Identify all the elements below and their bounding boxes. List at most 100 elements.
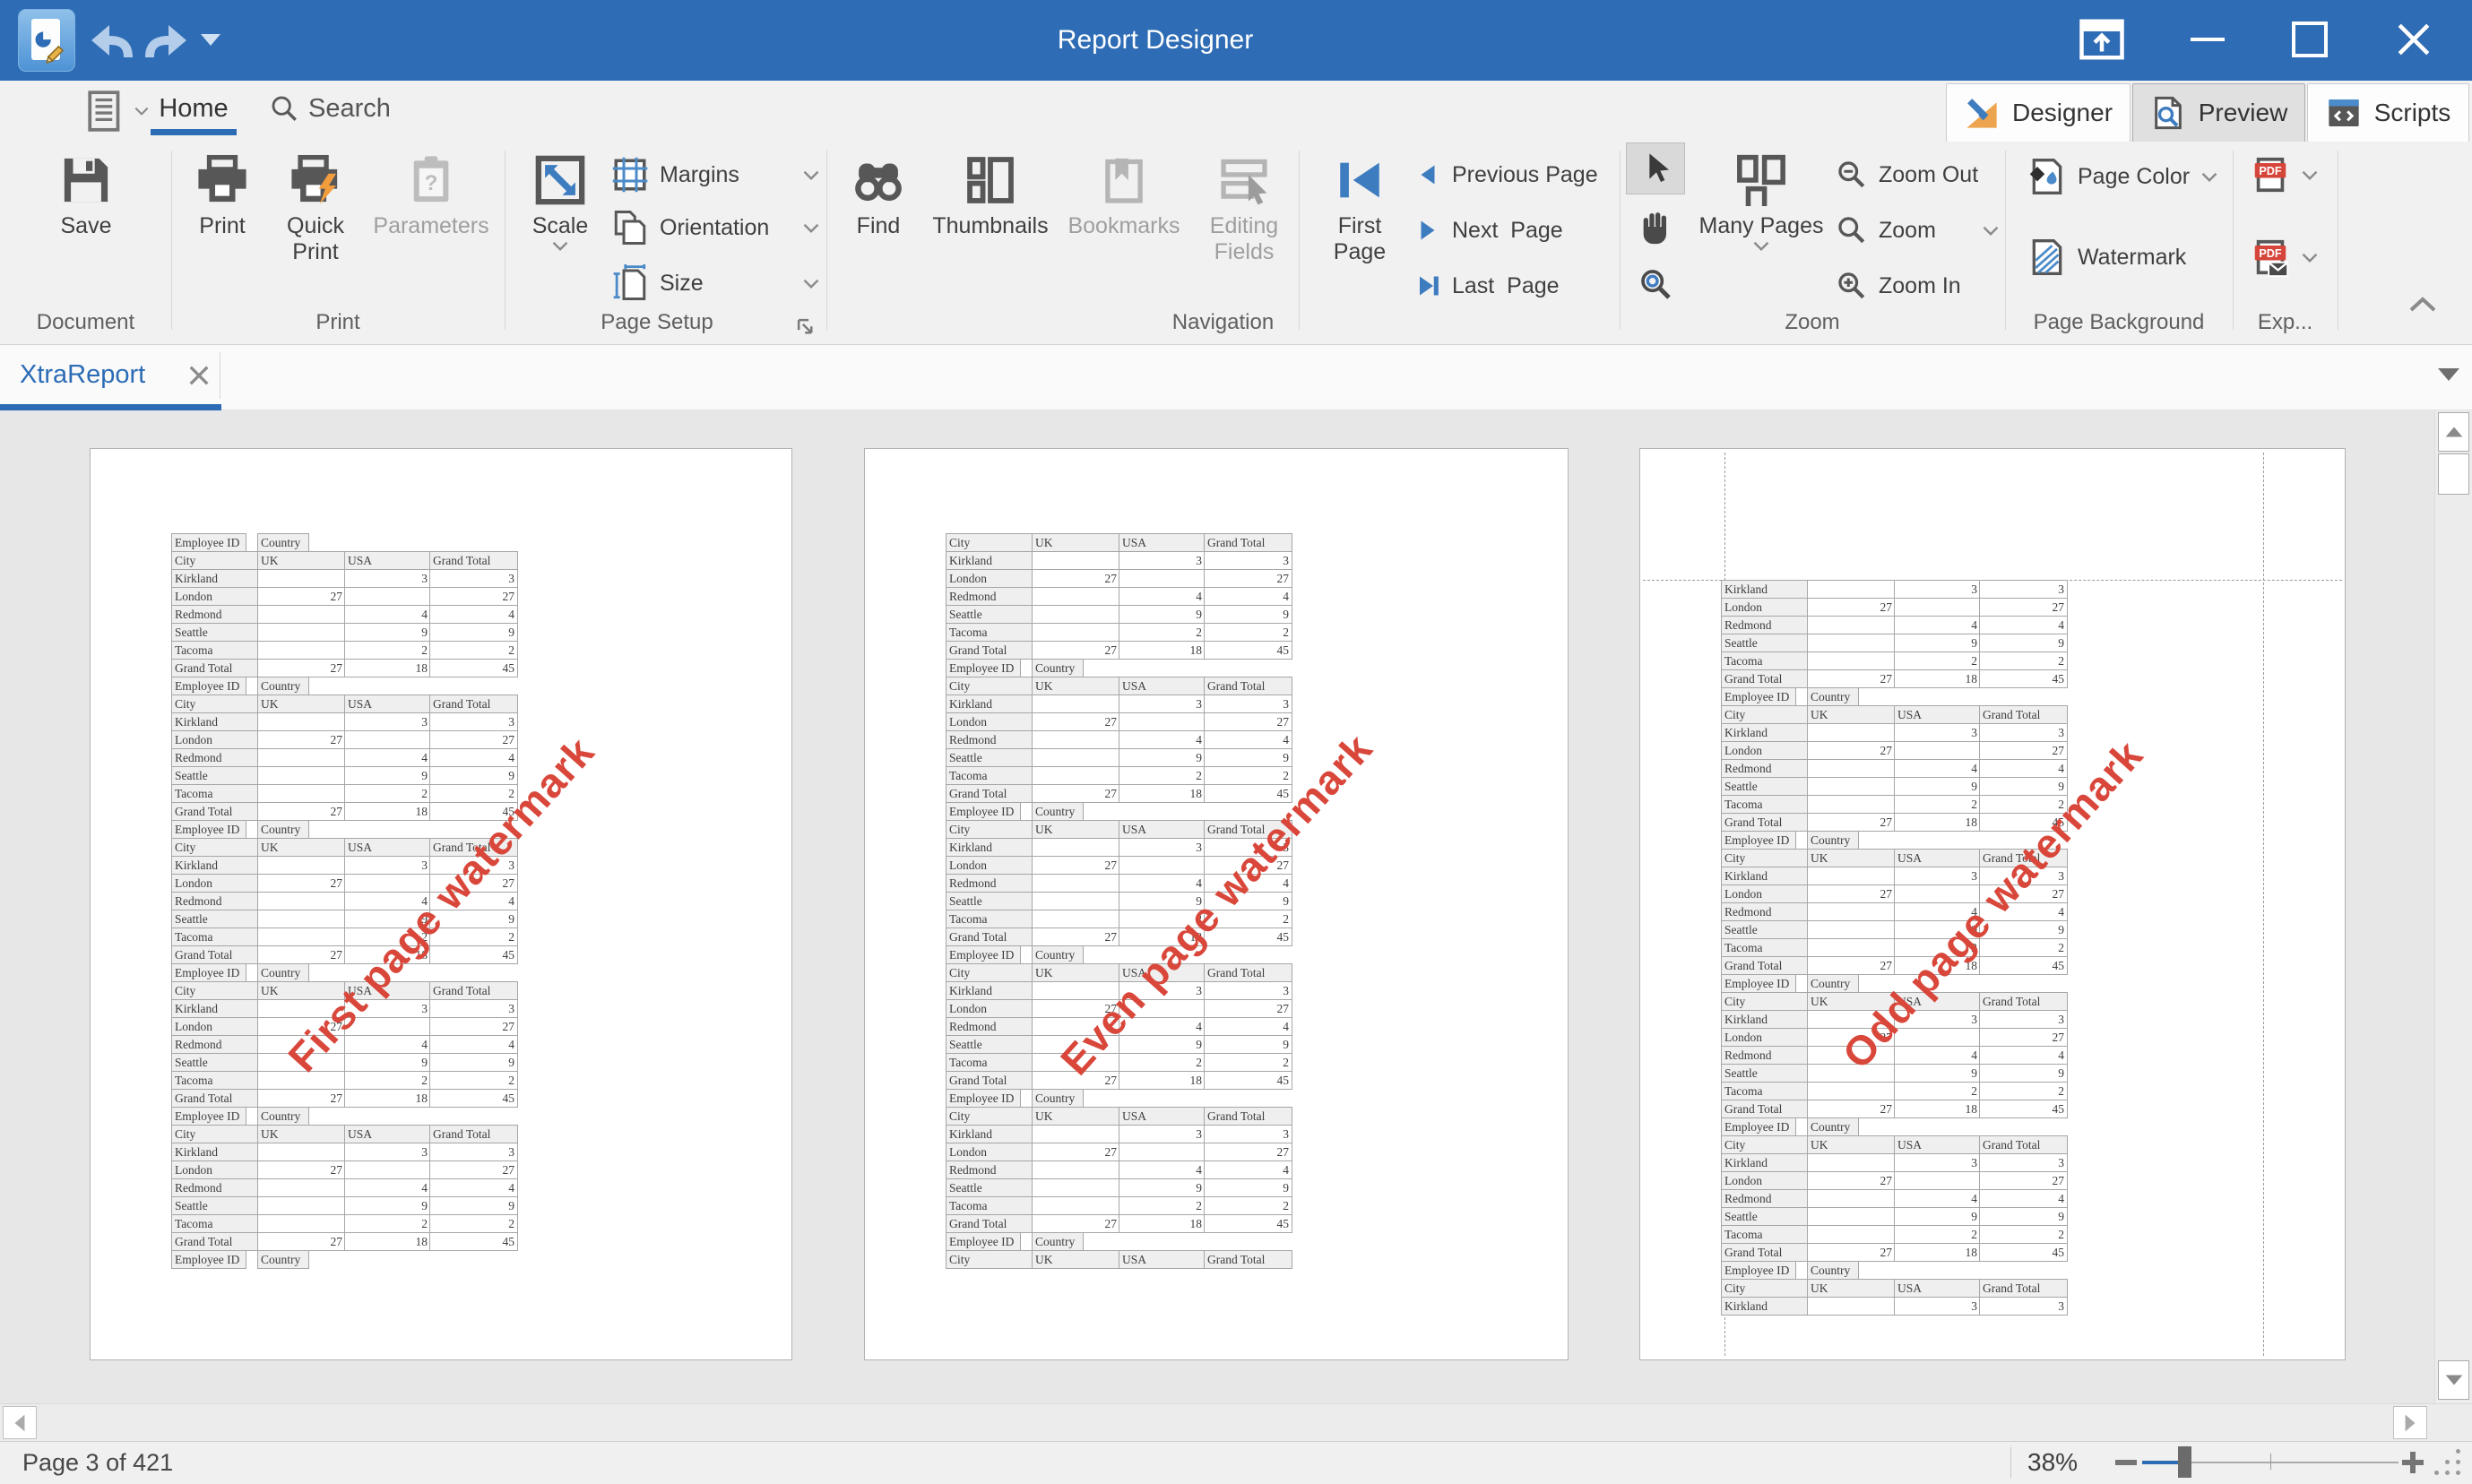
save-button[interactable]: Save bbox=[36, 145, 136, 305]
orientation-label: Orientation bbox=[660, 214, 770, 240]
table-cell: Grand Total bbox=[171, 1232, 259, 1251]
size-button[interactable]: Size bbox=[611, 261, 819, 306]
zoom-in-button[interactable]: Zoom In bbox=[1836, 263, 1999, 308]
table-cell: Kirkland bbox=[946, 1125, 1033, 1143]
scroll-right-button[interactable] bbox=[2393, 1406, 2427, 1439]
table-cell: 18 bbox=[344, 1232, 431, 1251]
close-button[interactable] bbox=[2373, 0, 2454, 79]
table-cell: Redmond bbox=[171, 1178, 259, 1197]
tab-search[interactable]: Search bbox=[269, 81, 412, 136]
page-color-dropdown-icon bbox=[2201, 172, 2217, 182]
preview-view-button[interactable]: Preview bbox=[2132, 83, 2305, 142]
table-cell bbox=[257, 910, 346, 928]
zoom-slider-center-tick bbox=[2270, 1454, 2271, 1470]
quick-print-icon bbox=[291, 154, 338, 204]
watermark-button[interactable]: Watermark bbox=[2027, 235, 2217, 280]
table-cell: 2 bbox=[1204, 1196, 1292, 1215]
minimize-button[interactable] bbox=[2167, 0, 2248, 79]
many-pages-dropdown-icon[interactable] bbox=[1753, 241, 1769, 251]
print-button[interactable]: Print bbox=[176, 145, 269, 305]
designer-view-button[interactable]: Designer bbox=[1946, 83, 2131, 142]
tab-close-icon[interactable] bbox=[185, 361, 213, 390]
scroll-down-button[interactable] bbox=[2438, 1360, 2469, 1400]
table-cell: Country bbox=[1032, 659, 1084, 677]
table-cell bbox=[257, 1196, 346, 1215]
table-cell: Grand Total bbox=[1204, 963, 1292, 982]
send-pdf-button[interactable]: PDF bbox=[2250, 235, 2325, 280]
vertical-scroll-thumb[interactable] bbox=[2438, 453, 2469, 495]
find-button[interactable]: Find bbox=[834, 145, 923, 305]
table-cell: 18 bbox=[344, 802, 431, 821]
table-cell: Kirkland bbox=[171, 999, 259, 1018]
table-cell: 27 bbox=[1032, 569, 1120, 588]
pointer-tool-button[interactable] bbox=[1626, 142, 1685, 194]
table-cell: Seattle bbox=[171, 1196, 259, 1215]
table-cell bbox=[1807, 1189, 1896, 1208]
send-pdf-dropdown-icon[interactable] bbox=[2302, 253, 2318, 263]
vertical-scrollbar[interactable] bbox=[2434, 410, 2472, 1403]
last-page-button[interactable]: Last Page bbox=[1414, 263, 1612, 308]
table-cell: 9 bbox=[1979, 1207, 2068, 1226]
scroll-up-button[interactable] bbox=[2438, 412, 2469, 452]
zoom-slider-thumb[interactable] bbox=[2178, 1446, 2191, 1478]
orientation-icon bbox=[614, 211, 646, 245]
table-cell: 2 bbox=[344, 1071, 431, 1090]
scripts-view-button[interactable]: Scripts bbox=[2307, 83, 2469, 142]
tab-xtrareport[interactable]: XtraReport bbox=[20, 345, 145, 404]
scripts-view-label: Scripts bbox=[2373, 99, 2451, 126]
maximize-button[interactable] bbox=[2269, 0, 2350, 79]
table-cell bbox=[1807, 777, 1896, 796]
zoom-out-button[interactable]: Zoom Out bbox=[1836, 152, 1999, 197]
table-cell: Grand Total bbox=[1979, 992, 2068, 1011]
orientation-button[interactable]: Orientation bbox=[611, 205, 819, 250]
table-cell: 4 bbox=[1204, 587, 1292, 606]
table-cell: 27 bbox=[257, 1232, 346, 1251]
table-cell bbox=[1119, 856, 1206, 875]
first-page-button[interactable]: First Page bbox=[1310, 145, 1409, 305]
margins-button[interactable]: Margins bbox=[611, 152, 819, 197]
table-cell: Country bbox=[257, 1107, 309, 1126]
table-cell: 27 bbox=[1032, 641, 1120, 660]
scale-dropdown-icon[interactable] bbox=[552, 241, 568, 251]
next-page-icon bbox=[1421, 220, 1435, 240]
svg-text:PDF: PDF bbox=[2259, 247, 2282, 260]
zoom-button[interactable]: Zoom bbox=[1836, 208, 1999, 253]
page-color-button[interactable]: Page Color bbox=[2027, 154, 2217, 199]
table-cell: Grand Total bbox=[946, 1214, 1033, 1233]
scale-icon bbox=[535, 155, 585, 205]
table-cell: 27 bbox=[1807, 884, 1896, 903]
table-cell: City bbox=[171, 695, 259, 713]
collapse-ribbon-button[interactable] bbox=[2407, 296, 2438, 314]
group-label-navigation: Navigation bbox=[1171, 310, 1275, 334]
horizontal-scrollbar[interactable] bbox=[0, 1403, 2472, 1441]
table-cell: London bbox=[1721, 598, 1809, 617]
next-page-button[interactable]: Next Page bbox=[1414, 208, 1612, 253]
export-pdf-dropdown-icon[interactable] bbox=[2302, 170, 2318, 180]
scale-button[interactable]: Scale bbox=[515, 145, 605, 305]
hand-tool-button[interactable] bbox=[1626, 201, 1685, 253]
scroll-left-button[interactable] bbox=[3, 1406, 37, 1439]
preview-viewport[interactable]: Employee ID Country City UK USA Grand Total Ki… bbox=[0, 410, 2434, 1403]
tab-home[interactable]: Home bbox=[151, 81, 237, 136]
table-cell bbox=[1032, 838, 1120, 857]
table-cell: Grand Total bbox=[429, 551, 518, 570]
thumbnails-button[interactable]: Thumbnails bbox=[926, 145, 1055, 305]
resize-grip[interactable] bbox=[2434, 1449, 2465, 1480]
table-cell: 3 bbox=[1119, 1125, 1206, 1143]
many-pages-button[interactable]: Many Pages bbox=[1694, 145, 1828, 305]
table-cell: 3 bbox=[344, 569, 431, 588]
table-cell: USA bbox=[1894, 1135, 1981, 1154]
table-cell: 4 bbox=[429, 1035, 518, 1054]
table-cell: 45 bbox=[1979, 956, 2068, 975]
zoom-tool-button[interactable] bbox=[1626, 258, 1685, 310]
tab-list-dropdown-icon[interactable] bbox=[2438, 368, 2459, 381]
quick-print-button[interactable]: Quick Print bbox=[269, 145, 362, 305]
table-cell: 27 bbox=[1807, 1171, 1896, 1190]
ribbon-display-options-button[interactable] bbox=[2061, 0, 2142, 79]
previous-page-button[interactable]: Previous Page bbox=[1414, 152, 1612, 197]
group-separator bbox=[505, 151, 506, 330]
table-cell: 4 bbox=[429, 605, 518, 624]
group-separator bbox=[2005, 151, 2006, 330]
export-pdf-button[interactable]: PDF bbox=[2250, 152, 2325, 197]
zoom-decrease-button[interactable] bbox=[2115, 1460, 2137, 1465]
